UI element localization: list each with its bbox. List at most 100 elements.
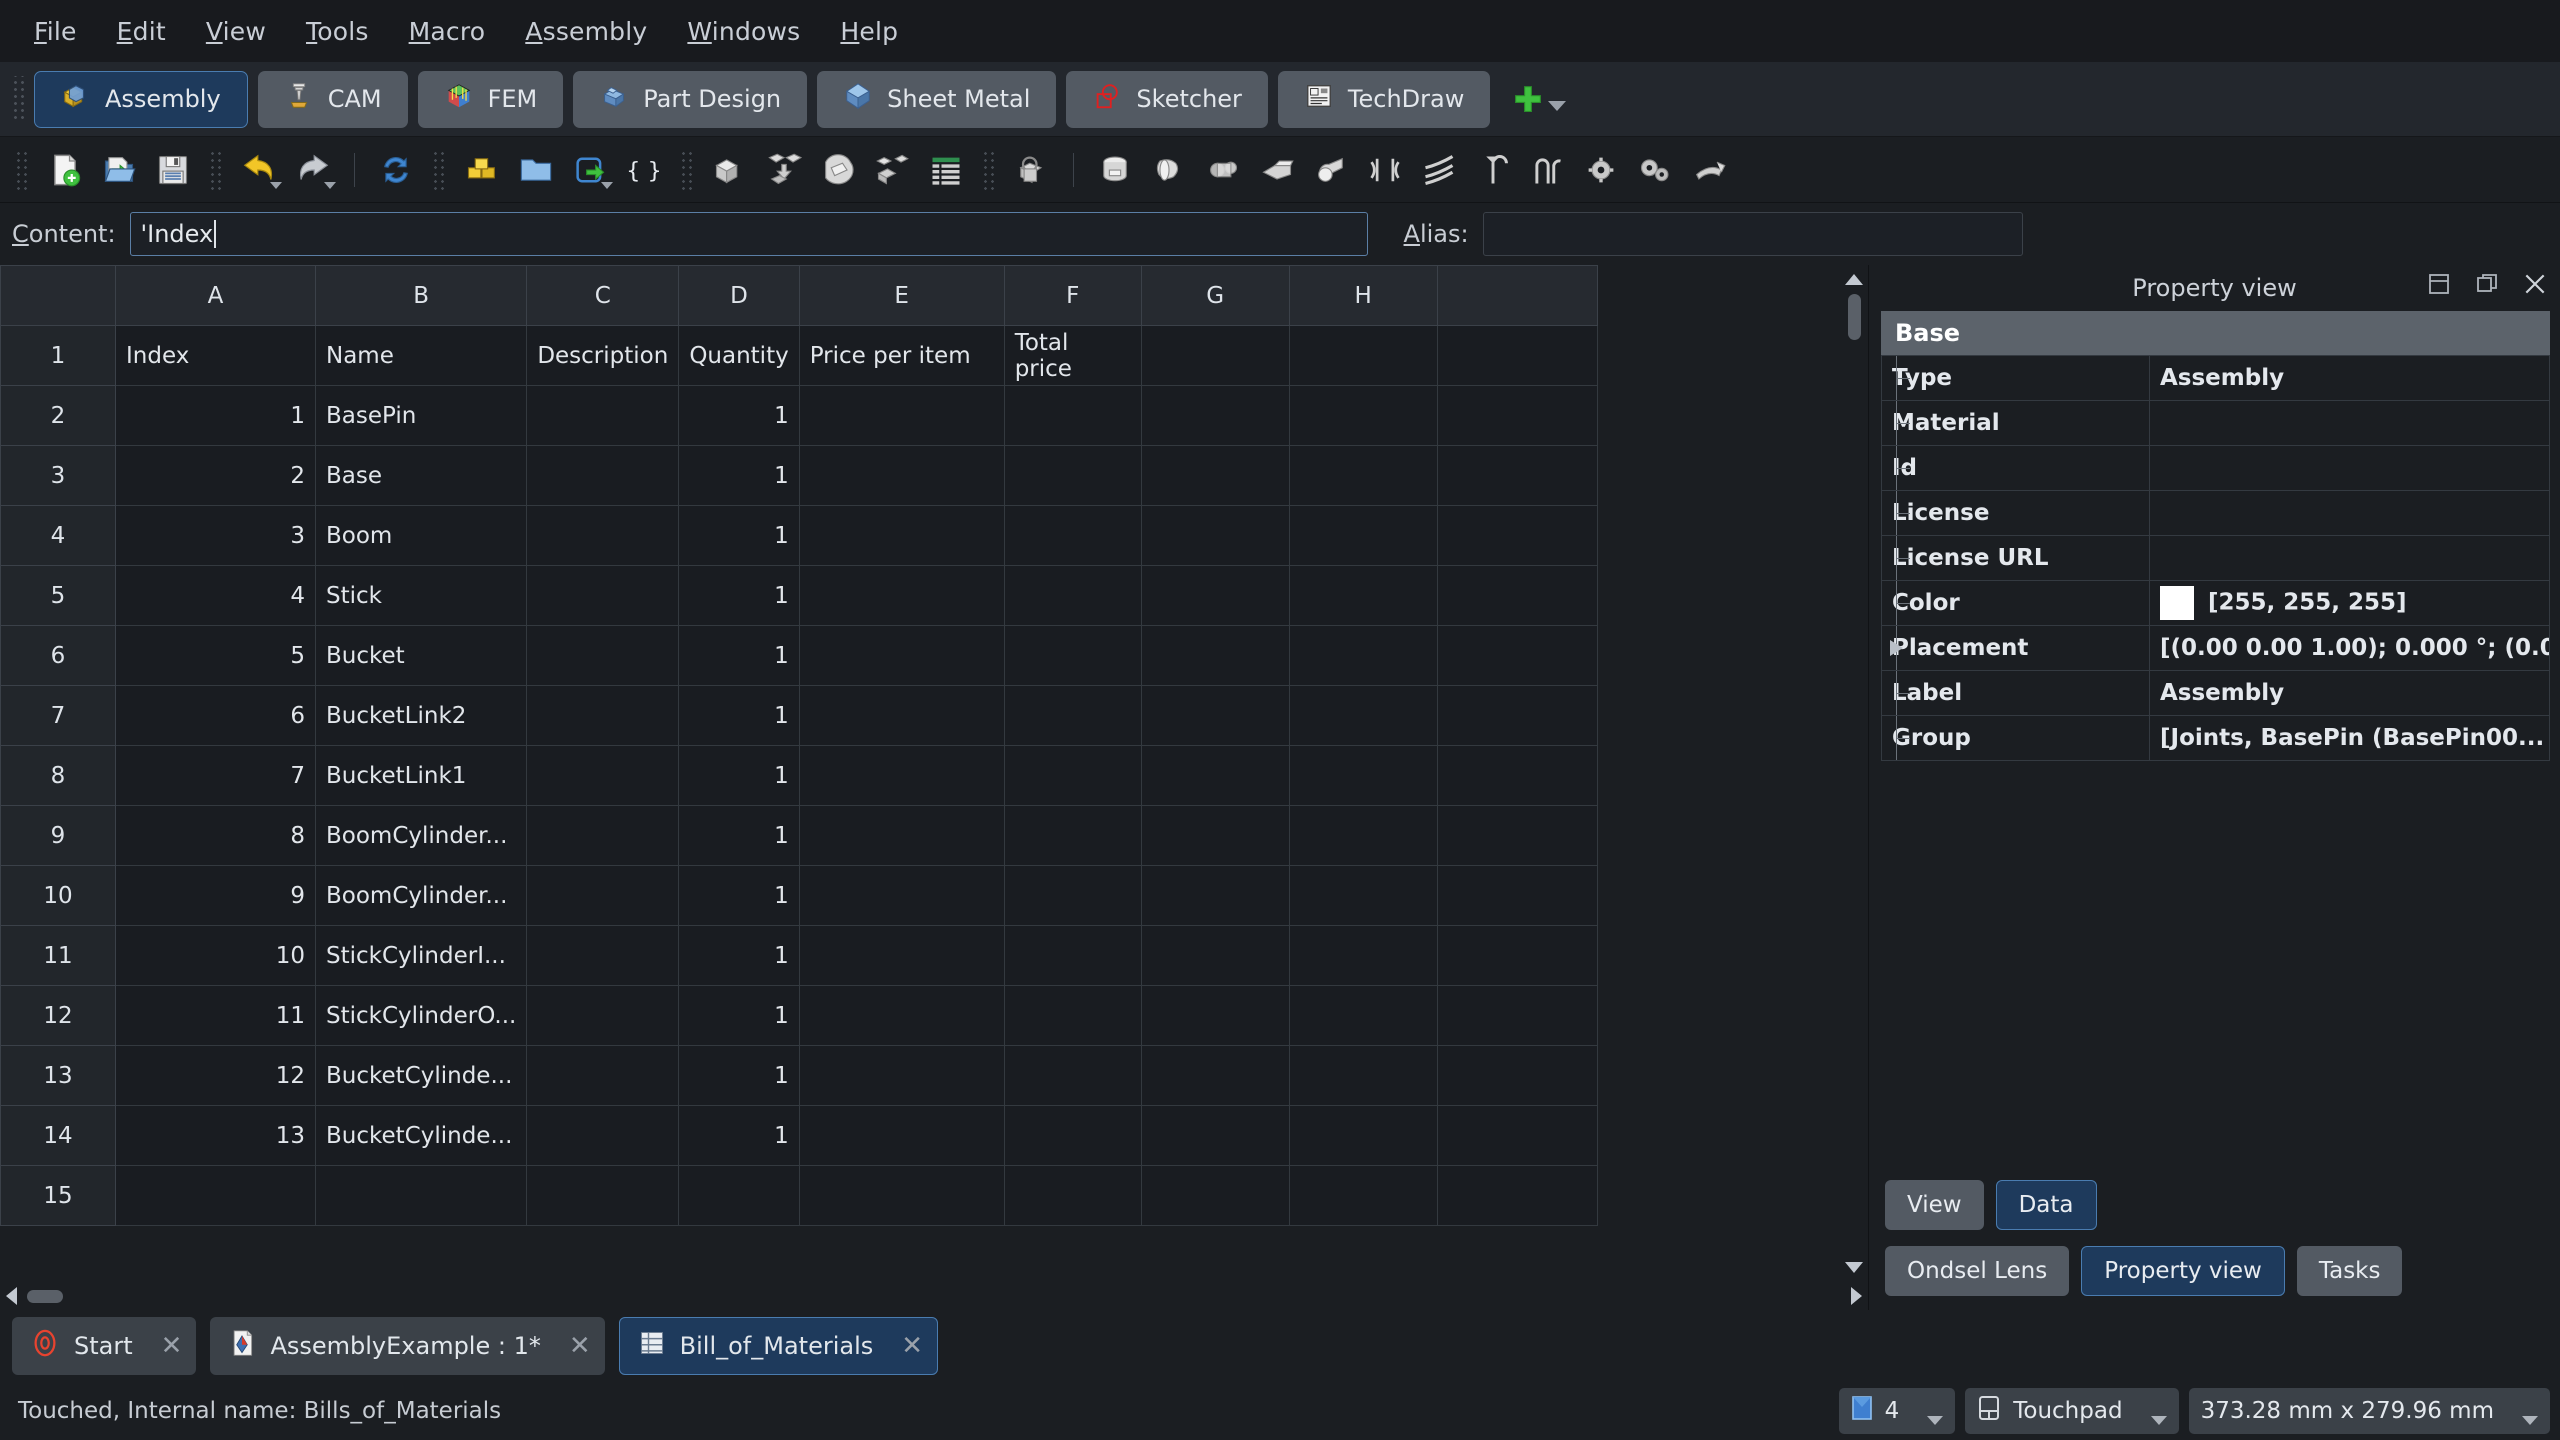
bill-of-materials-button[interactable] xyxy=(922,146,970,194)
cell-H15[interactable] xyxy=(1288,1165,1438,1226)
cell-G6[interactable] xyxy=(1140,625,1290,686)
cell-C4[interactable] xyxy=(526,505,680,566)
property-value-placement[interactable]: [(0.00 0.00 1.00); 0.000 °; (0.0... xyxy=(2149,625,2550,671)
refresh-button[interactable] xyxy=(372,146,420,194)
cell-F5[interactable] xyxy=(1003,565,1142,626)
cell-partial-12[interactable] xyxy=(1436,985,1598,1046)
cell-A2[interactable]: 1 xyxy=(115,385,316,446)
chevron-down-icon[interactable] xyxy=(2522,1416,2538,1425)
cell-A3[interactable]: 2 xyxy=(115,445,316,506)
cell-E13[interactable] xyxy=(798,1045,1005,1106)
cell-A10[interactable]: 9 xyxy=(115,865,316,926)
close-icon[interactable]: ✕ xyxy=(569,1331,591,1361)
alias-input[interactable] xyxy=(1482,212,2023,256)
property-value-group[interactable]: [Joints, BasePin (BasePin00... xyxy=(2149,715,2550,761)
perpendicular-joint-button[interactable] xyxy=(1469,146,1517,194)
vertical-scroll-thumb[interactable] xyxy=(1847,294,1861,340)
cell-G1[interactable] xyxy=(1140,325,1290,386)
color-swatch[interactable] xyxy=(2160,586,2194,620)
cell-F4[interactable] xyxy=(1003,505,1142,566)
cell-partial-3[interactable] xyxy=(1436,445,1598,506)
cell-A1[interactable]: Index xyxy=(115,325,316,386)
row-header-13[interactable]: 13 xyxy=(0,1045,116,1106)
workbench-tab-sketcher[interactable]: Sketcher xyxy=(1066,70,1268,128)
property-value-license[interactable] xyxy=(2149,490,2550,536)
cell-partial-11[interactable] xyxy=(1436,925,1598,986)
menu-assembly[interactable]: Assembly xyxy=(505,11,667,52)
cell-E3[interactable] xyxy=(798,445,1005,506)
workbench-tab-assembly[interactable]: Assembly xyxy=(34,70,248,128)
cell-partial-4[interactable] xyxy=(1436,505,1598,566)
horizontal-scrollbar[interactable] xyxy=(0,1282,1868,1310)
column-header-f[interactable]: F xyxy=(1003,265,1142,326)
cell-C1[interactable]: Description xyxy=(526,325,680,386)
cell-H14[interactable] xyxy=(1288,1105,1438,1166)
cell-A15[interactable] xyxy=(115,1165,316,1226)
property-value-license-url[interactable] xyxy=(2149,535,2550,581)
cell-H12[interactable] xyxy=(1288,985,1438,1046)
property-value-id[interactable] xyxy=(2149,445,2550,491)
row-header-11[interactable]: 11 xyxy=(0,925,116,986)
row-header-8[interactable]: 8 xyxy=(0,745,116,806)
property-row[interactable]: License URL xyxy=(1881,535,2550,581)
workbench-tab-cam[interactable]: CAM xyxy=(257,70,408,128)
edit-toolbar-grip[interactable] xyxy=(209,149,223,190)
cell-D3[interactable]: 1 xyxy=(678,445,800,506)
cell-H11[interactable] xyxy=(1288,925,1438,986)
cell-H1[interactable] xyxy=(1288,325,1438,386)
column-header-h[interactable]: H xyxy=(1288,265,1438,326)
cell-H3[interactable] xyxy=(1288,445,1438,506)
slider-joint-button[interactable] xyxy=(1253,146,1301,194)
cell-D9[interactable]: 1 xyxy=(678,805,800,866)
cell-partial-2[interactable] xyxy=(1436,385,1598,446)
cell-A14[interactable]: 13 xyxy=(115,1105,316,1166)
workbench-tab-sheet-metal[interactable]: Sheet Metal xyxy=(817,70,1057,128)
cell-E1[interactable]: Price per item xyxy=(798,325,1005,386)
cell-D15[interactable] xyxy=(678,1165,800,1226)
property-value-color[interactable]: [255, 255, 255] xyxy=(2149,580,2550,626)
cell-G2[interactable] xyxy=(1140,385,1290,446)
belt-joint-button[interactable] xyxy=(1685,146,1733,194)
cell-partial-9[interactable] xyxy=(1436,805,1598,866)
cell-G13[interactable] xyxy=(1140,1045,1290,1106)
cell-E11[interactable] xyxy=(798,925,1005,986)
column-header-a[interactable]: A xyxy=(115,265,316,326)
vertical-scrollbar[interactable] xyxy=(1840,265,1868,1282)
property-row[interactable]: Label Assembly xyxy=(1881,670,2550,716)
content-input[interactable]: 'Index xyxy=(129,212,1368,256)
cell-D4[interactable]: 1 xyxy=(678,505,800,566)
cell-B4[interactable]: Boom xyxy=(314,505,528,566)
cell-partial-10[interactable] xyxy=(1436,865,1598,926)
cell-F11[interactable] xyxy=(1003,925,1142,986)
property-view-button[interactable]: Property view xyxy=(2081,1246,2285,1296)
row-header-1[interactable]: 1 xyxy=(0,325,116,386)
page-size-widget[interactable]: 373.28 mm x 279.96 mm xyxy=(2188,1388,2550,1434)
cell-C14[interactable] xyxy=(526,1105,680,1166)
cell-B3[interactable]: Base xyxy=(314,445,528,506)
cell-G5[interactable] xyxy=(1140,565,1290,626)
cell-F12[interactable] xyxy=(1003,985,1142,1046)
cell-E5[interactable] xyxy=(798,565,1005,626)
cell-partial-7[interactable] xyxy=(1436,685,1598,746)
cell-C9[interactable] xyxy=(526,805,680,866)
cell-H8[interactable] xyxy=(1288,745,1438,806)
cell-partial-6[interactable] xyxy=(1436,625,1598,686)
exploded-view-button[interactable] xyxy=(868,146,916,194)
row-header-6[interactable]: 6 xyxy=(0,625,116,686)
cell-A12[interactable]: 11 xyxy=(115,985,316,1046)
cell-F6[interactable] xyxy=(1003,625,1142,686)
cell-E9[interactable] xyxy=(798,805,1005,866)
spreadsheet-scroll-area[interactable]: A B C D E F G H 1 Index Name Description… xyxy=(0,265,1840,1282)
scroll-right-arrow-icon[interactable] xyxy=(1851,1287,1862,1305)
close-icon[interactable]: ✕ xyxy=(901,1331,923,1361)
cell-B9[interactable]: BoomCylinder... xyxy=(314,805,528,866)
cell-B8[interactable]: BucketLink1 xyxy=(314,745,528,806)
row-header-10[interactable]: 10 xyxy=(0,865,116,926)
cell-A5[interactable]: 4 xyxy=(115,565,316,626)
dimension-count-widget[interactable]: 4 xyxy=(1838,1388,1956,1434)
property-row[interactable]: Color [255, 255, 255] xyxy=(1881,580,2550,626)
undo-button[interactable] xyxy=(235,146,283,194)
file-toolbar-grip[interactable] xyxy=(15,149,29,190)
cell-H9[interactable] xyxy=(1288,805,1438,866)
workbench-tab-techdraw[interactable]: TechDraw xyxy=(1277,70,1491,128)
